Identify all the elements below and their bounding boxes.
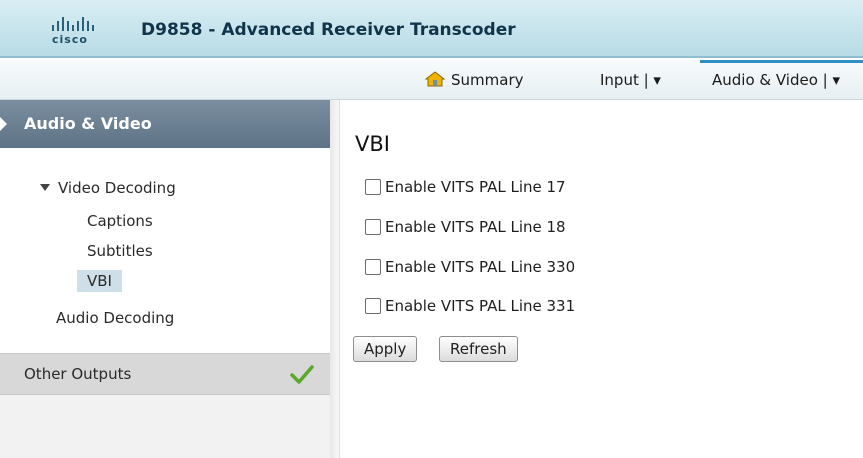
tree-item-captions[interactable]: Captions	[87, 212, 153, 230]
page-title: VBI	[355, 132, 390, 156]
sidebar-divider[interactable]	[330, 100, 340, 458]
apply-button[interactable]: Apply	[353, 336, 418, 362]
tree-item-subtitles[interactable]: Subtitles	[87, 242, 153, 260]
sidebar-header-label: Audio & Video	[24, 114, 152, 133]
tree-item-audio-decoding[interactable]: Audio Decoding	[56, 309, 174, 327]
tree-item-vbi[interactable]: VBI	[77, 270, 122, 292]
checkmark-icon	[290, 365, 314, 384]
tree-item-video-decoding[interactable]: Video Decoding	[40, 179, 176, 197]
vits-line-330-checkbox-row[interactable]: Enable VITS PAL Line 330	[365, 256, 575, 278]
sidebar-item-other-outputs[interactable]: Other Outputs	[0, 353, 330, 395]
vits-line-330-checkbox[interactable]	[365, 259, 381, 275]
nav-summary[interactable]: Summary	[425, 60, 524, 100]
vits-line-18-label[interactable]: Enable VITS PAL Line 18	[385, 218, 566, 236]
refresh-button[interactable]: Refresh	[439, 336, 518, 362]
vits-line-330-label[interactable]: Enable VITS PAL Line 330	[385, 258, 575, 276]
selected-marker-icon	[0, 117, 7, 131]
vits-line-17-label[interactable]: Enable VITS PAL Line 17	[385, 178, 566, 196]
app-title: D9858 - Advanced Receiver Transcoder	[141, 20, 516, 40]
cisco-logo: cisco	[52, 17, 127, 47]
vits-line-17-checkbox[interactable]	[365, 179, 381, 195]
tree-item-video-decoding-label: Video Decoding	[58, 179, 176, 197]
home-icon	[425, 71, 445, 87]
cisco-logo-word: cisco	[52, 33, 88, 46]
vits-line-18-checkbox[interactable]	[365, 219, 381, 235]
sidebar-item-other-outputs-label: Other Outputs	[24, 365, 132, 383]
caret-down-icon[interactable]	[40, 184, 50, 191]
sidebar-header[interactable]: Audio & Video	[0, 100, 330, 148]
vits-line-331-label[interactable]: Enable VITS PAL Line 331	[385, 297, 575, 315]
sidebar: Audio & Video Video Decoding Captions Su…	[0, 100, 330, 458]
cisco-logo-bars	[52, 17, 127, 31]
app-header: cisco D9858 - Advanced Receiver Transcod…	[0, 0, 863, 58]
vits-line-17-checkbox-row[interactable]: Enable VITS PAL Line 17	[365, 176, 566, 198]
vits-line-331-checkbox[interactable]	[365, 298, 381, 314]
nav-summary-label: Summary	[451, 71, 524, 89]
vits-line-331-checkbox-row[interactable]: Enable VITS PAL Line 331	[365, 295, 575, 317]
sidebar-tree: Video Decoding Captions Subtitles VBI Au…	[0, 148, 330, 353]
nav-audio-video[interactable]: Audio & Video | ▾	[712, 60, 840, 100]
vits-line-18-checkbox-row[interactable]: Enable VITS PAL Line 18	[365, 216, 566, 238]
nav-input[interactable]: Input | ▾	[600, 60, 661, 100]
top-nav: Summary Input | ▾ Audio & Video | ▾	[0, 60, 863, 100]
